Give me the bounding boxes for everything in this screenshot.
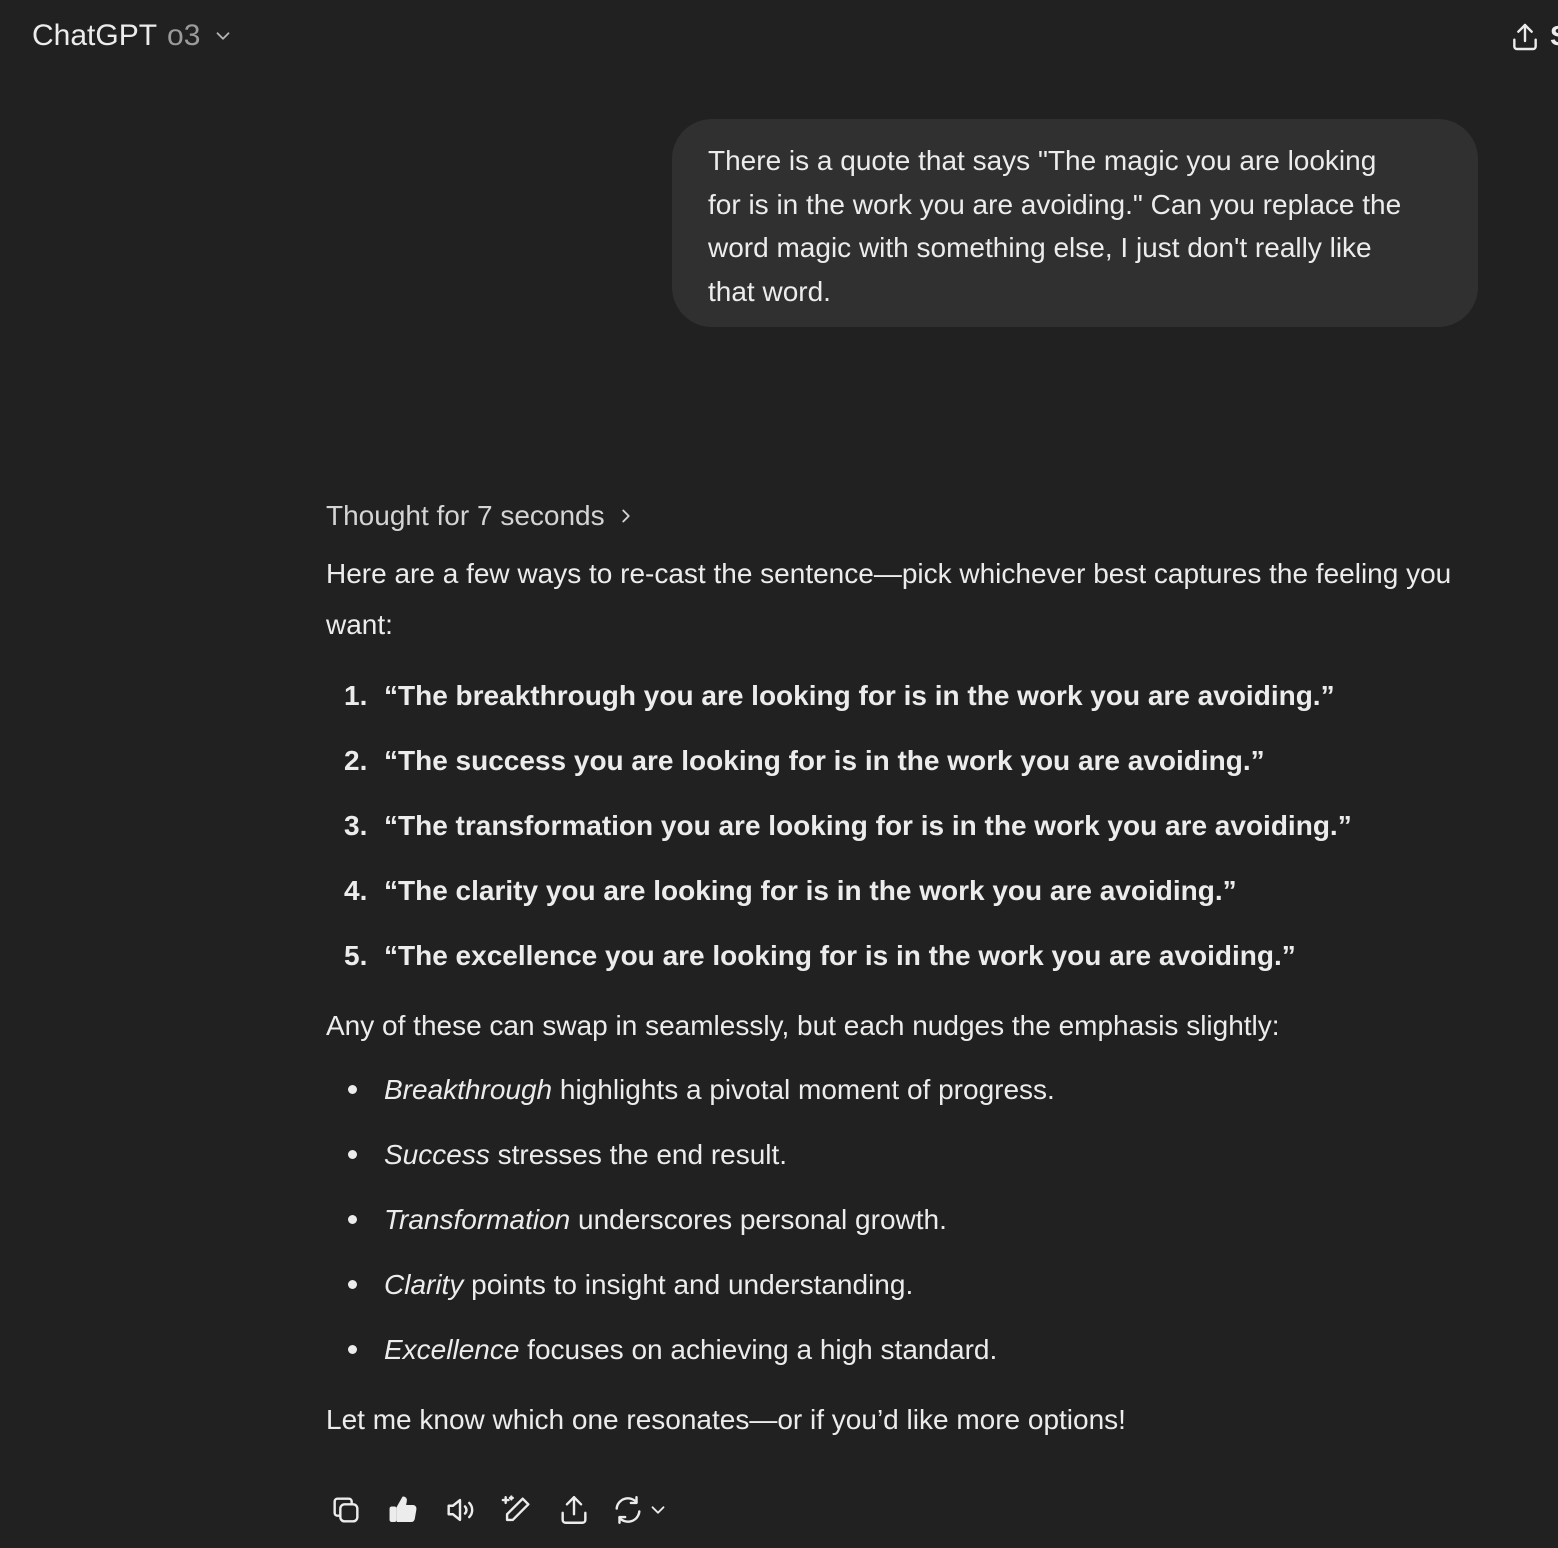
- chevron-down-icon: [217, 32, 230, 40]
- read-aloud-icon: [447, 1498, 474, 1522]
- option-text: “The breakthrough you are looking for is…: [384, 680, 1335, 711]
- list-item: 3. “The transformation you are looking f…: [326, 793, 1466, 858]
- chat-page: ChatGPT o3 S There is a quote that says …: [0, 0, 1558, 1548]
- note-desc: focuses on achieving a high standard.: [519, 1333, 998, 1365]
- edit-button[interactable]: [497, 1490, 537, 1530]
- thumbs-up-icon: [389, 1496, 417, 1523]
- thought-label: Thought for 7 seconds: [326, 500, 605, 531]
- note-text: Excellence focuses on achieving a high s…: [384, 1334, 997, 1366]
- share-button[interactable]: [1506, 18, 1544, 56]
- option-text: “The transformation you are looking for …: [384, 810, 1352, 841]
- app-name: ChatGPT: [32, 19, 158, 52]
- read-aloud-button[interactable]: [440, 1490, 480, 1530]
- note-desc: underscores personal growth.: [570, 1203, 947, 1235]
- share-message-button[interactable]: [554, 1490, 594, 1530]
- option-text: “The clarity you are looking for is in t…: [384, 875, 1237, 906]
- emphasis-list: Breakthrough highlights a pivotal moment…: [326, 1057, 1466, 1382]
- note-text: Clarity points to insight and understand…: [384, 1269, 913, 1301]
- chevron-down-icon: [651, 1506, 665, 1514]
- note-term: Breakthrough: [384, 1073, 553, 1105]
- list-number: 2.: [344, 745, 368, 776]
- list-item: 2. “The success you are looking for is i…: [326, 728, 1466, 793]
- assistant-summary: Any of these can swap in seamlessly, but…: [326, 1010, 1280, 1041]
- model-name: o3: [167, 19, 201, 52]
- share-icon: [561, 1496, 587, 1524]
- note-term: Transformation: [384, 1203, 571, 1235]
- assistant-message: Thought for 7 seconds Here are a few way…: [326, 494, 1466, 1442]
- note-desc: stresses the end result.: [489, 1138, 788, 1170]
- list-item: Clarity points to insight and understand…: [326, 1252, 1466, 1317]
- note-term: Excellence: [384, 1333, 520, 1365]
- bullet-dot: [348, 1150, 357, 1159]
- regenerate-button[interactable]: [611, 1493, 669, 1527]
- chevron-right-icon: [621, 509, 630, 523]
- edit-icon: [501, 1495, 530, 1522]
- note-text: Transformation underscores personal grow…: [384, 1204, 947, 1236]
- share-icon: [1513, 23, 1537, 51]
- user-message-text: There is a quote that says "The magic yo…: [708, 145, 1402, 307]
- thought-toggle[interactable]: Thought for 7 seconds: [326, 494, 1466, 538]
- copy-icon: [333, 1497, 359, 1523]
- assistant-intro: Here are a few ways to re-cast the sente…: [326, 558, 1452, 640]
- model-switcher[interactable]: ChatGPT o3: [32, 16, 234, 56]
- list-item: Success stresses the end result.: [326, 1122, 1466, 1187]
- option-list: 1. “The breakthrough you are looking for…: [326, 663, 1466, 988]
- thumbs-up-button[interactable]: [383, 1490, 423, 1530]
- message-actions: [326, 1488, 669, 1532]
- list-item: Breakthrough highlights a pivotal moment…: [326, 1057, 1466, 1122]
- note-text: Success stresses the end result.: [384, 1139, 787, 1171]
- assistant-closing: Let me know which one resonates—or if yo…: [326, 1404, 1126, 1435]
- regenerate-icon: [615, 1496, 641, 1524]
- user-message-bubble: There is a quote that says "The magic yo…: [672, 119, 1478, 327]
- bullet-dot: [348, 1215, 357, 1224]
- list-number: 4.: [344, 875, 368, 906]
- list-number: 5.: [344, 940, 368, 971]
- note-desc: highlights a pivotal moment of progress.: [552, 1073, 1055, 1105]
- clipped-header-label: S: [1550, 20, 1558, 52]
- note-term: Success: [384, 1138, 490, 1170]
- note-text: Breakthrough highlights a pivotal moment…: [384, 1074, 1055, 1106]
- list-item: Transformation underscores personal grow…: [326, 1187, 1466, 1252]
- list-number: 1.: [344, 680, 368, 711]
- option-text: “The success you are looking for is in t…: [384, 745, 1265, 776]
- note-term: Clarity: [384, 1268, 464, 1300]
- list-item: Excellence focuses on achieving a high s…: [326, 1317, 1466, 1382]
- bullet-dot: [348, 1085, 357, 1094]
- top-bar: ChatGPT o3 S: [0, 0, 1558, 72]
- note-desc: points to insight and understanding.: [463, 1268, 914, 1300]
- list-item: 4. “The clarity you are looking for is i…: [326, 858, 1466, 923]
- option-text: “The excellence you are looking for is i…: [384, 940, 1296, 971]
- copy-button[interactable]: [326, 1490, 366, 1530]
- list-item: 5. “The excellence you are looking for i…: [326, 923, 1466, 988]
- bullet-dot: [348, 1280, 357, 1289]
- list-number: 3.: [344, 810, 368, 841]
- bullet-dot: [348, 1345, 357, 1354]
- list-item: 1. “The breakthrough you are looking for…: [326, 663, 1466, 728]
